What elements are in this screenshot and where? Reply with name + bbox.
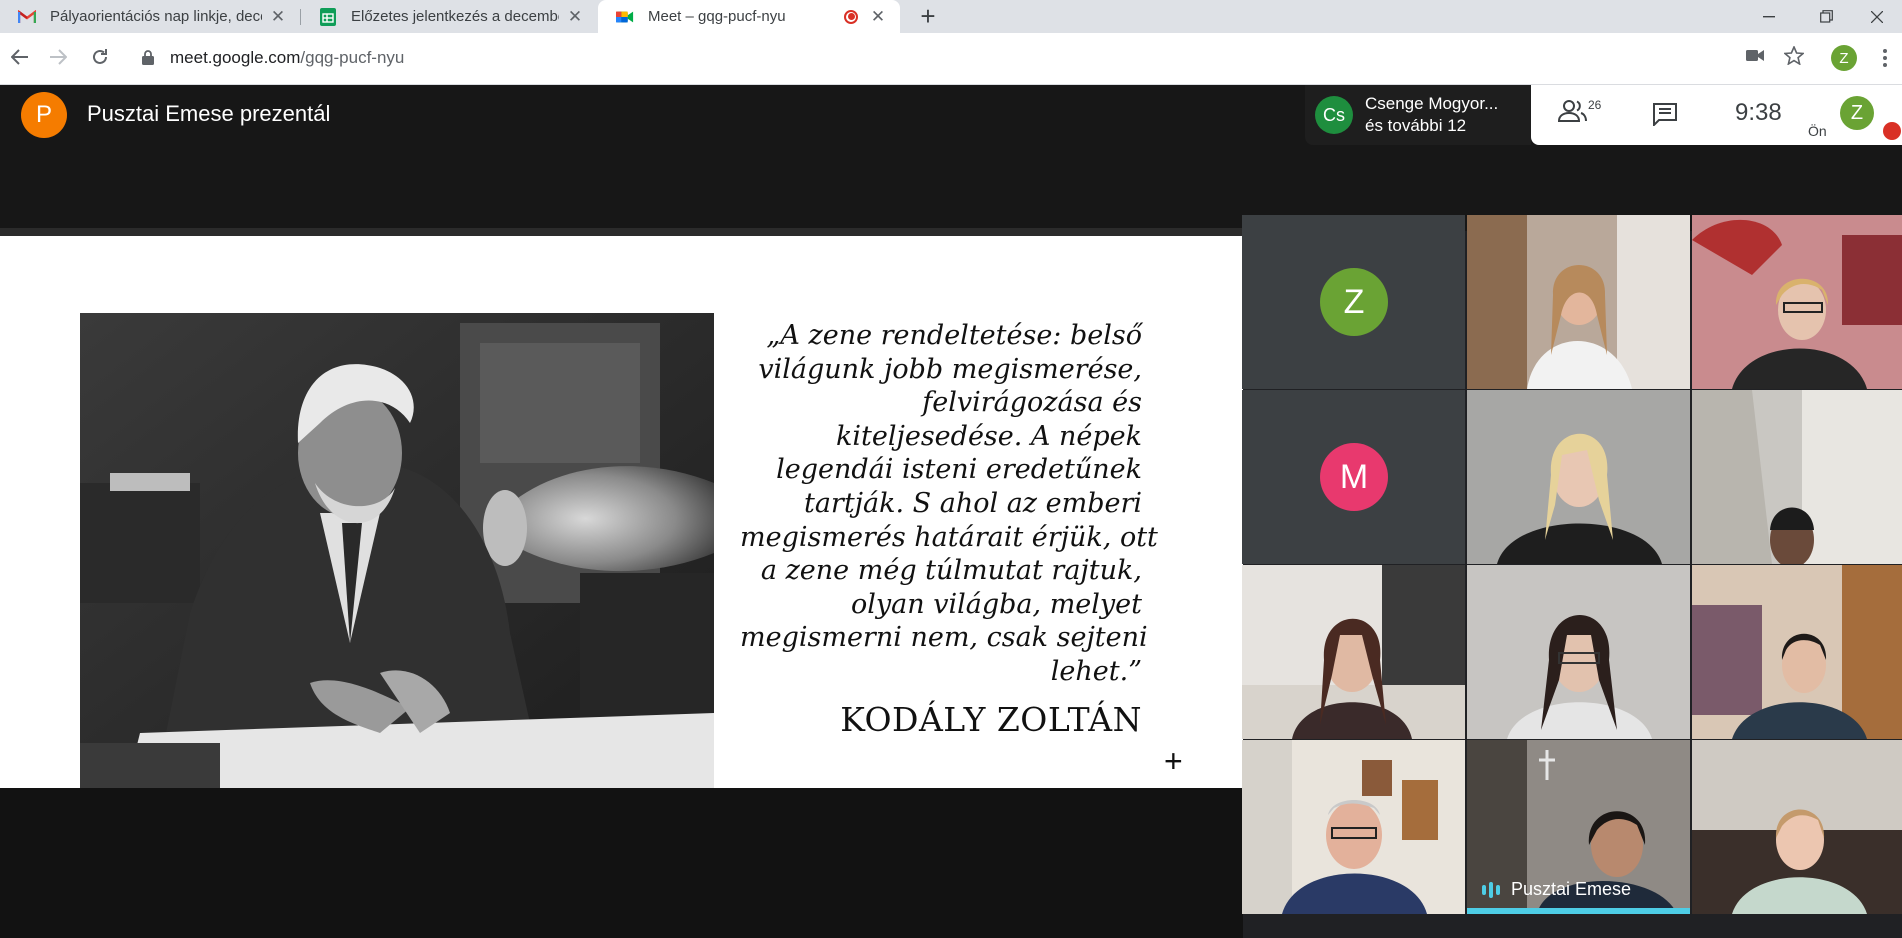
restore-button[interactable] [1797,0,1855,33]
participant-video [1692,740,1902,914]
back-button[interactable] [8,45,32,69]
speaker-avatar: Cs [1315,96,1353,134]
profile-avatar[interactable]: Z [1831,45,1857,71]
gmail-icon [18,8,36,26]
participant-video [1467,565,1690,739]
forward-button[interactable] [46,45,70,69]
portrait-image [80,313,714,788]
portrait-photo [80,313,714,788]
quote-line: lehet.” [1050,655,1142,687]
close-tab-icon[interactable]: ✕ [565,7,585,27]
quote-line: kiteljesedése. A népek [836,420,1142,452]
participant-avatar: Z [1320,268,1388,336]
participant-name: Pusztai Emese [1511,879,1632,899]
new-tab-button[interactable]: + [915,0,941,33]
participant-video [1467,390,1690,564]
audio-level-icon [1482,881,1500,898]
url-text: meet.google.com/gqg-pucf-nyu [170,48,404,68]
participant-tile[interactable]: M [1242,390,1465,564]
recording-icon [844,9,858,24]
slide-top-border [0,228,1243,236]
participant-tile[interactable] [1467,215,1690,389]
quote-line: a zene még túlmutat rajtuk, [760,555,1142,587]
participant-tile[interactable]: Z [1242,215,1465,389]
minimize-button[interactable] [1740,0,1798,33]
address-toolbar: meet.google.com/gqg-pucf-nyu Z [0,33,1902,85]
tab-title: Pályaorientációs nap linkje, decem [50,8,262,25]
clock: 9:38 [1735,99,1782,126]
quote-line: megismerni nem, csak sejteni [740,622,1148,654]
participant-video [1692,565,1902,739]
self-label: Ön [1808,123,1827,139]
reload-icon [93,49,107,64]
url-host: meet.google.com [170,48,301,67]
speaking-indicator [1467,908,1690,914]
participant-tile[interactable] [1692,740,1902,914]
omnibox[interactable]: meet.google.com/gqg-pucf-nyu [126,39,1786,76]
meet-icon [616,8,634,26]
minimize-icon [1763,15,1775,17]
restore-icon [1819,10,1833,23]
presenter-title: Pusztai Emese prezentál [87,101,331,126]
tab-title: Meet – gqg-pucf-nyu [648,8,786,25]
bottom-strip [0,788,1243,938]
close-icon [1871,10,1883,23]
participant-tile[interactable] [1692,215,1902,389]
quote-line: megismerés határait érjük, ott [740,521,1158,553]
tab-sheets[interactable]: Előzetes jelentkezés a december ✕ [301,0,597,33]
plus-icon: + [1164,743,1183,779]
self-avatar[interactable]: Z [1840,96,1874,130]
participant-tile[interactable] [1467,565,1690,739]
participant-avatar: M [1320,443,1388,511]
presenter-avatar: P [21,92,67,138]
camera-in-use-icon[interactable] [1746,49,1764,62]
browser-tab-bar: Pályaorientációs nap linkje, decem ✕ Elő… [0,0,1902,33]
lock-icon [142,50,154,65]
tab-gmail[interactable]: Pályaorientációs nap linkje, decem ✕ [0,0,300,33]
participant-tile[interactable] [1692,565,1902,739]
presentation-slide: „A zene rendeltetése: belső világunk job… [0,236,1243,788]
tab-title: Előzetes jelentkezés a december [351,8,559,25]
sheets-icon [319,7,337,26]
menu-kebab-icon[interactable] [1883,49,1887,67]
participant-tile[interactable]: Pusztai Emese [1467,740,1690,914]
quote-line: olyan világba, melyet [851,588,1142,620]
more-speakers-label: és további 12 [1365,116,1467,135]
participant-video [1692,215,1902,389]
participant-tile[interactable] [1692,390,1902,564]
quote-line: „A zene rendeltetése: belső [766,320,1142,351]
people-icon[interactable] [1558,99,1588,123]
participant-tile[interactable] [1242,565,1465,739]
close-tab-icon[interactable]: ✕ [868,7,888,27]
close-window-button[interactable] [1852,0,1902,33]
quote-line: világunk jobb megismerése, [758,353,1142,385]
tab-meet[interactable]: Meet – gqg-pucf-nyu ✕ [598,0,900,33]
participant-tile[interactable] [1467,390,1690,564]
meet-stage: P Pusztai Emese prezentál Cs Csenge Mogy… [0,85,1902,938]
speaker-name: Csenge Mogyor... [1365,94,1499,113]
quote-line: felvirágozása és [922,387,1142,419]
chat-icon[interactable] [1652,102,1678,126]
mic-muted-icon [1883,122,1901,140]
quote-line: tartják. S ahol az emberi [803,487,1142,519]
participant-video [1242,565,1465,739]
participant-video [1692,390,1902,564]
participant-video [1242,740,1465,914]
bookmark-star-icon[interactable] [1784,46,1804,65]
top-controls: 26 9:38 Ön Z [1531,85,1902,145]
participant-nametag: Pusztai Emese [1481,879,1631,900]
url-path: /gqg-pucf-nyu [300,48,405,67]
quote-author: KODÁLY ZOLTÁN [840,700,1142,739]
back-arrow-icon [11,49,28,65]
participant-count: 26 [1588,98,1602,112]
quote-text: „A zene rendeltetése: belső világunk job… [740,319,1158,689]
active-speakers-chip[interactable]: Cs Csenge Mogyor... és további 12 [1305,85,1531,145]
close-tab-icon[interactable]: ✕ [268,7,288,27]
participant-video [1467,215,1690,389]
participant-tile[interactable] [1242,740,1465,914]
quote-line: legendái isteni eredetűnek [776,454,1142,486]
reload-button[interactable] [88,45,112,69]
forward-arrow-icon [50,49,67,65]
